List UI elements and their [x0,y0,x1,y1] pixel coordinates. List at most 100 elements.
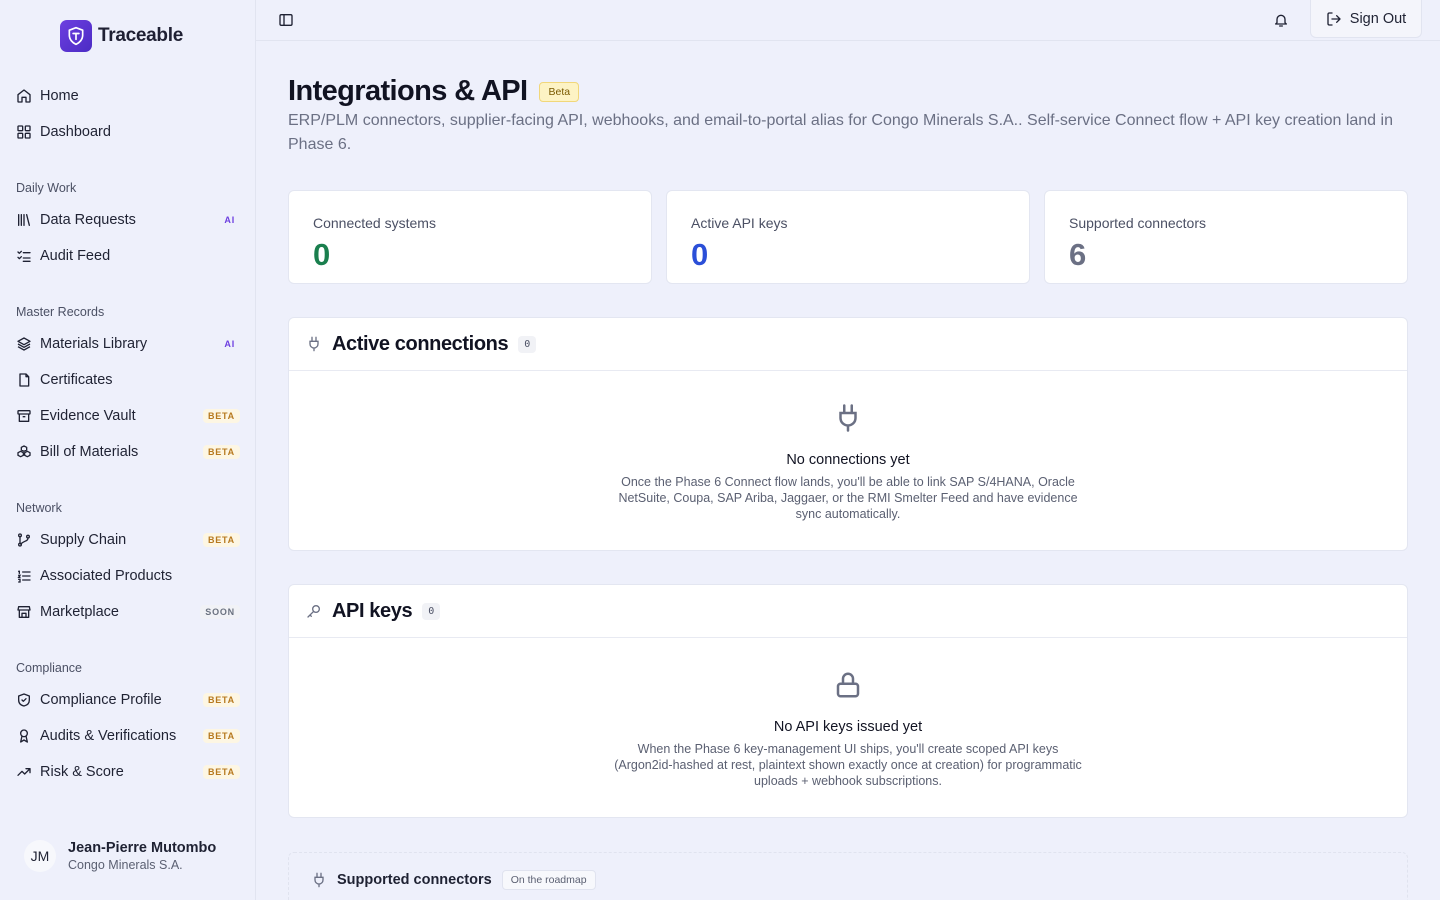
plug-icon [309,336,319,352]
sidebar-item-label: Compliance Profile [40,692,162,708]
sidebar-item-label: Bill of Materials [40,444,139,460]
card-header: Active connections 0 [289,318,1407,371]
sidebar-item-label: Supply Chain [40,532,127,548]
beta-badge: BETA [202,533,240,547]
user-name: Jean-Pierre Mutombo [68,840,217,856]
lock-icon [836,672,860,698]
section-label-daily-work: Daily Work [16,181,77,195]
beta-badge: BETA [202,693,240,707]
sidebar-item-bill-of-materials[interactable]: Bill of Materials BETA [16,438,240,466]
ai-badge: AI [224,339,235,349]
user-profile[interactable]: JM Jean-Pierre Mutombo Congo Minerals S.… [24,840,216,872]
sign-out-label: Sign Out [1349,10,1407,27]
count-badge: 0 [518,335,537,353]
section-label-master-records: Master Records [16,305,105,319]
list-ordered-icon [17,570,31,583]
sidebar-item-materials-library[interactable]: Materials Library AI [16,330,240,358]
page-title: Integrations & API [288,75,528,107]
beta-badge: Beta [539,81,580,102]
library-icon [18,214,30,226]
empty-state: No connections yet Once the Phase 6 Conn… [289,371,1407,522]
page-header: Integrations & API Beta [288,75,580,108]
sidebar-toggle-icon[interactable] [278,12,294,28]
award-icon [19,729,28,743]
sidebar-item-audits-verifications[interactable]: Audits & Verifications BETA [16,722,240,750]
stat-value: 6 [1069,237,1087,272]
beta-badge: BETA [202,445,240,459]
store-icon [17,606,31,618]
stat-label: Active API keys [691,215,788,231]
stat-card-supported-connectors: Supported connectors 6 [1044,190,1408,284]
card-title: Active connections [332,332,509,355]
brand-name: Traceable [98,25,183,46]
stat-value: 0 [313,237,331,272]
plug-icon [839,404,857,432]
sidebar-item-audit-feed[interactable]: Audit Feed [16,242,240,270]
empty-state-text: When the Phase 6 key-management UI ships… [614,742,1082,788]
sidebar-item-compliance-profile[interactable]: Compliance Profile BETA [16,686,240,714]
user-org: Congo Minerals S.A. [68,858,183,872]
archive-icon [17,410,31,422]
sidebar-item-supply-chain[interactable]: Supply Chain BETA [16,526,240,554]
supported-connectors-section: Supported connectors On the roadmap [288,852,1408,900]
empty-state: No API keys issued yet When the Phase 6 … [289,638,1407,789]
sidebar-item-associated-products[interactable]: Associated Products [16,562,240,590]
plug-icon [314,872,324,888]
sidebar-item-evidence-vault[interactable]: Evidence Vault BETA [16,402,240,430]
log-out-icon [1327,11,1341,26]
bell-icon[interactable] [1273,12,1289,28]
sidebar-item-label: Marketplace [40,604,119,620]
ai-badge: AI [224,215,235,225]
sidebar-item-label: Certificates [40,372,113,388]
sidebar-item-label: Home [40,88,79,104]
beta-badge: BETA [202,409,240,423]
sidebar: Traceable Home Dashboard Daily Work Data… [0,0,256,900]
traceable-logo-icon [60,20,92,52]
list-checks-icon [17,250,31,262]
sidebar-item-label: Materials Library [40,336,148,352]
section-label-network: Network [16,501,62,515]
stat-card-connected-systems: Connected systems 0 [288,190,652,284]
sidebar-item-risk-score[interactable]: Risk & Score BETA [16,758,240,786]
roadmap-badge: On the roadmap [501,870,596,890]
sidebar-item-certificates[interactable]: Certificates [16,366,240,394]
key-icon [307,605,320,618]
sidebar-item-label: Risk & Score [40,764,124,780]
stat-label: Supported connectors [1069,215,1206,231]
beta-badge: BETA [202,729,240,743]
stat-card-active-api-keys: Active API keys 0 [666,190,1030,284]
shield-check-icon [18,693,30,707]
sidebar-item-label: Associated Products [40,568,173,584]
sidebar-item-label: Audit Feed [40,248,111,264]
card-title: API keys [332,599,413,622]
count-badge: 0 [422,602,441,620]
stat-label: Connected systems [313,215,436,231]
empty-state-text: Once the Phase 6 Connect flow lands, you… [618,475,1078,521]
empty-state-title: No API keys issued yet [773,719,923,735]
trending-up-icon [17,768,31,776]
stat-value: 0 [691,237,709,272]
avatar: JM [24,840,56,872]
topbar: Sign Out [256,0,1440,41]
sidebar-item-data-requests[interactable]: Data Requests AI [16,206,240,234]
sidebar-item-dashboard[interactable]: Dashboard [16,118,240,146]
empty-state-title: No connections yet [786,452,910,468]
sidebar-item-label: Data Requests [40,212,136,228]
sidebar-item-marketplace[interactable]: Marketplace SOON [16,598,240,626]
grid-icon [17,125,31,139]
section-label-compliance: Compliance [16,661,83,675]
sidebar-item-label: Dashboard [40,124,111,140]
beta-badge: BETA [202,765,240,779]
active-connections-card: Active connections 0 No connections yet … [288,317,1408,551]
boxes-icon [17,445,31,458]
page-description: ERP/PLM connectors, supplier-facing API,… [288,112,1393,153]
sign-out-button[interactable]: Sign Out [1310,0,1422,38]
git-branch-icon [18,533,30,547]
sidebar-item-label: Audits & Verifications [40,728,177,744]
sidebar-item-home[interactable]: Home [16,82,240,110]
api-keys-card: API keys 0 No API keys issued yet When t… [288,584,1408,818]
brand[interactable]: Traceable [60,20,183,52]
file-icon [19,373,30,387]
sidebar-item-label: Evidence Vault [40,408,136,424]
home-icon [17,89,31,103]
